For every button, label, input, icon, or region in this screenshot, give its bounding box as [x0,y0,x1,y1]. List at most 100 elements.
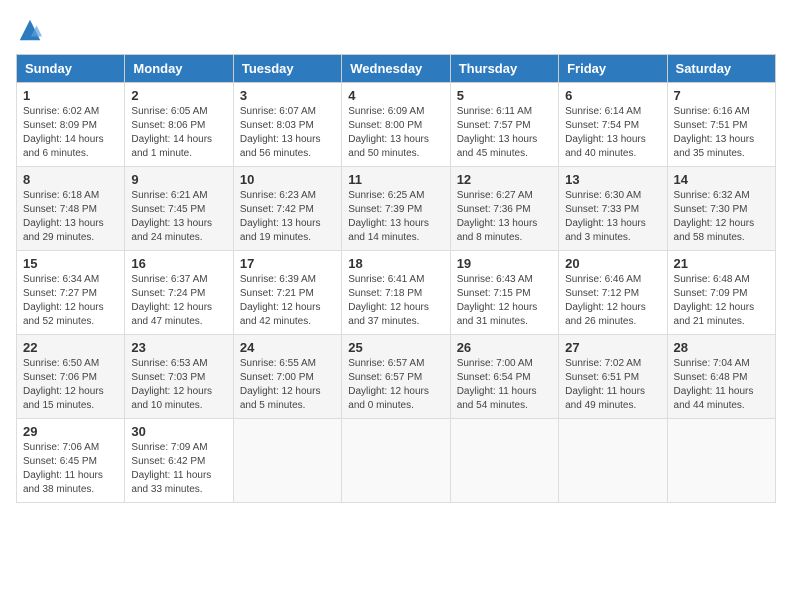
day-number: 23 [131,340,226,355]
day-header-thursday: Thursday [450,55,558,83]
day-info: Sunrise: 6:32 AMSunset: 7:30 PMDaylight:… [674,189,769,245]
day-info: Sunrise: 6:27 AMSunset: 7:36 PMDaylight:… [457,189,552,245]
day-number: 16 [131,256,226,271]
calendar-cell [667,419,775,503]
day-number: 27 [565,340,660,355]
day-number: 7 [674,88,769,103]
calendar-cell: 30 Sunrise: 7:09 AMSunset: 6:42 PMDaylig… [125,419,233,503]
calendar-cell: 10 Sunrise: 6:23 AMSunset: 7:42 PMDaylig… [233,167,341,251]
day-number: 1 [23,88,118,103]
calendar-cell: 6 Sunrise: 6:14 AMSunset: 7:54 PMDayligh… [559,83,667,167]
calendar-cell: 26 Sunrise: 7:00 AMSunset: 6:54 PMDaylig… [450,335,558,419]
day-info: Sunrise: 6:05 AMSunset: 8:06 PMDaylight:… [131,105,226,161]
day-number: 24 [240,340,335,355]
calendar-cell: 27 Sunrise: 7:02 AMSunset: 6:51 PMDaylig… [559,335,667,419]
day-header-friday: Friday [559,55,667,83]
calendar-cell: 4 Sunrise: 6:09 AMSunset: 8:00 PMDayligh… [342,83,450,167]
calendar-cell: 20 Sunrise: 6:46 AMSunset: 7:12 PMDaylig… [559,251,667,335]
day-header-wednesday: Wednesday [342,55,450,83]
day-info: Sunrise: 6:09 AMSunset: 8:00 PMDaylight:… [348,105,443,161]
day-header-tuesday: Tuesday [233,55,341,83]
day-info: Sunrise: 6:07 AMSunset: 8:03 PMDaylight:… [240,105,335,161]
day-info: Sunrise: 6:53 AMSunset: 7:03 PMDaylight:… [131,357,226,413]
calendar-cell [342,419,450,503]
day-number: 15 [23,256,118,271]
day-info: Sunrise: 6:14 AMSunset: 7:54 PMDaylight:… [565,105,660,161]
day-number: 5 [457,88,552,103]
calendar-cell: 3 Sunrise: 6:07 AMSunset: 8:03 PMDayligh… [233,83,341,167]
day-info: Sunrise: 7:04 AMSunset: 6:48 PMDaylight:… [674,357,769,413]
calendar-cell: 22 Sunrise: 6:50 AMSunset: 7:06 PMDaylig… [17,335,125,419]
calendar-cell: 21 Sunrise: 6:48 AMSunset: 7:09 PMDaylig… [667,251,775,335]
day-info: Sunrise: 6:55 AMSunset: 7:00 PMDaylight:… [240,357,335,413]
page-header [16,16,776,44]
day-number: 22 [23,340,118,355]
calendar-cell: 17 Sunrise: 6:39 AMSunset: 7:21 PMDaylig… [233,251,341,335]
calendar-cell: 14 Sunrise: 6:32 AMSunset: 7:30 PMDaylig… [667,167,775,251]
day-number: 11 [348,172,443,187]
day-info: Sunrise: 6:23 AMSunset: 7:42 PMDaylight:… [240,189,335,245]
day-number: 12 [457,172,552,187]
day-number: 6 [565,88,660,103]
day-info: Sunrise: 6:43 AMSunset: 7:15 PMDaylight:… [457,273,552,329]
day-info: Sunrise: 6:50 AMSunset: 7:06 PMDaylight:… [23,357,118,413]
day-number: 18 [348,256,443,271]
calendar-cell: 11 Sunrise: 6:25 AMSunset: 7:39 PMDaylig… [342,167,450,251]
day-number: 13 [565,172,660,187]
day-number: 3 [240,88,335,103]
calendar-week-1: 1 Sunrise: 6:02 AMSunset: 8:09 PMDayligh… [17,83,776,167]
calendar-week-3: 15 Sunrise: 6:34 AMSunset: 7:27 PMDaylig… [17,251,776,335]
calendar-cell: 8 Sunrise: 6:18 AMSunset: 7:48 PMDayligh… [17,167,125,251]
calendar-cell: 16 Sunrise: 6:37 AMSunset: 7:24 PMDaylig… [125,251,233,335]
calendar-cell: 15 Sunrise: 6:34 AMSunset: 7:27 PMDaylig… [17,251,125,335]
day-info: Sunrise: 6:30 AMSunset: 7:33 PMDaylight:… [565,189,660,245]
calendar-cell: 25 Sunrise: 6:57 AMSunset: 6:57 PMDaylig… [342,335,450,419]
day-info: Sunrise: 6:41 AMSunset: 7:18 PMDaylight:… [348,273,443,329]
day-number: 29 [23,424,118,439]
day-number: 30 [131,424,226,439]
day-number: 17 [240,256,335,271]
calendar-header-row: SundayMondayTuesdayWednesdayThursdayFrid… [17,55,776,83]
calendar-table: SundayMondayTuesdayWednesdayThursdayFrid… [16,54,776,503]
day-number: 2 [131,88,226,103]
calendar-cell: 28 Sunrise: 7:04 AMSunset: 6:48 PMDaylig… [667,335,775,419]
calendar-cell: 7 Sunrise: 6:16 AMSunset: 7:51 PMDayligh… [667,83,775,167]
calendar-cell: 19 Sunrise: 6:43 AMSunset: 7:15 PMDaylig… [450,251,558,335]
day-number: 14 [674,172,769,187]
day-info: Sunrise: 6:16 AMSunset: 7:51 PMDaylight:… [674,105,769,161]
day-info: Sunrise: 6:39 AMSunset: 7:21 PMDaylight:… [240,273,335,329]
logo-icon [16,16,44,44]
day-info: Sunrise: 6:46 AMSunset: 7:12 PMDaylight:… [565,273,660,329]
calendar-cell: 13 Sunrise: 6:30 AMSunset: 7:33 PMDaylig… [559,167,667,251]
calendar-cell: 2 Sunrise: 6:05 AMSunset: 8:06 PMDayligh… [125,83,233,167]
day-number: 28 [674,340,769,355]
calendar-cell: 12 Sunrise: 6:27 AMSunset: 7:36 PMDaylig… [450,167,558,251]
calendar-cell [559,419,667,503]
day-number: 25 [348,340,443,355]
day-number: 26 [457,340,552,355]
calendar-cell: 24 Sunrise: 6:55 AMSunset: 7:00 PMDaylig… [233,335,341,419]
day-info: Sunrise: 6:25 AMSunset: 7:39 PMDaylight:… [348,189,443,245]
day-header-saturday: Saturday [667,55,775,83]
calendar-week-2: 8 Sunrise: 6:18 AMSunset: 7:48 PMDayligh… [17,167,776,251]
logo [16,16,48,44]
day-info: Sunrise: 7:02 AMSunset: 6:51 PMDaylight:… [565,357,660,413]
day-info: Sunrise: 6:48 AMSunset: 7:09 PMDaylight:… [674,273,769,329]
day-number: 4 [348,88,443,103]
day-number: 9 [131,172,226,187]
day-header-sunday: Sunday [17,55,125,83]
day-info: Sunrise: 6:21 AMSunset: 7:45 PMDaylight:… [131,189,226,245]
day-info: Sunrise: 7:06 AMSunset: 6:45 PMDaylight:… [23,441,118,497]
day-info: Sunrise: 6:34 AMSunset: 7:27 PMDaylight:… [23,273,118,329]
day-info: Sunrise: 7:00 AMSunset: 6:54 PMDaylight:… [457,357,552,413]
day-number: 21 [674,256,769,271]
calendar-cell: 9 Sunrise: 6:21 AMSunset: 7:45 PMDayligh… [125,167,233,251]
day-info: Sunrise: 6:18 AMSunset: 7:48 PMDaylight:… [23,189,118,245]
day-number: 20 [565,256,660,271]
calendar-cell: 18 Sunrise: 6:41 AMSunset: 7:18 PMDaylig… [342,251,450,335]
day-number: 8 [23,172,118,187]
calendar-cell: 1 Sunrise: 6:02 AMSunset: 8:09 PMDayligh… [17,83,125,167]
calendar-week-5: 29 Sunrise: 7:06 AMSunset: 6:45 PMDaylig… [17,419,776,503]
day-number: 10 [240,172,335,187]
calendar-cell [450,419,558,503]
